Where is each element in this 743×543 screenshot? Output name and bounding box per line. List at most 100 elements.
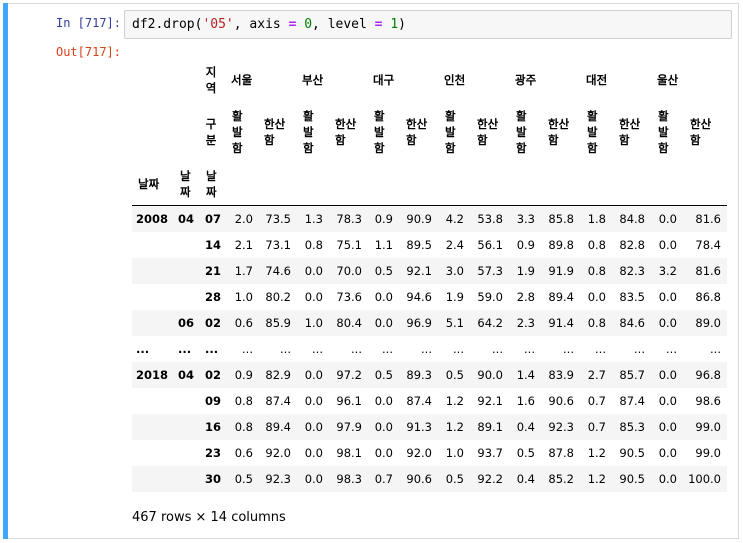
table-cell: 0.0 (304, 394, 323, 408)
table-cell: 2.1 (234, 238, 253, 252)
table-cell: 78.4 (695, 238, 721, 252)
table-cell: 0.0 (658, 290, 677, 304)
table-cell: 0.0 (374, 290, 393, 304)
table-cell: 86.8 (695, 290, 721, 304)
code-input-area[interactable]: df2.drop('05', axis = 0, level = 1) (124, 10, 732, 39)
region-header: 대전 (586, 73, 608, 87)
table-cell: ... (710, 342, 721, 356)
columns-level1-name: 구분 (205, 117, 217, 147)
table-cell: 1.7 (234, 264, 253, 278)
region-header: 대구 (373, 73, 395, 87)
output-prompt: Out[717]: (55, 45, 121, 59)
table-cell: 0.0 (658, 212, 677, 226)
table-cell: 0.8 (587, 238, 606, 252)
table-cell: 0.0 (587, 290, 606, 304)
table-cell: 5.1 (445, 316, 464, 330)
sub-header-quiet: 한산함 (264, 117, 286, 147)
table-cell: 0.5 (445, 472, 464, 486)
table-cell: 0.5 (374, 264, 393, 278)
index-level1: ... (178, 342, 192, 356)
table-cell: 0.8 (587, 264, 606, 278)
table-cell: 0.7 (587, 420, 606, 434)
table-cell: 0.0 (374, 316, 393, 330)
table-cell: 0.8 (234, 394, 253, 408)
table-cell: 1.2 (445, 420, 464, 434)
table-cell: ... (595, 342, 606, 356)
table-cell: 0.4 (516, 420, 535, 434)
table-cell: 0.0 (304, 368, 323, 382)
table-cell: 1.2 (445, 394, 464, 408)
table-cell: 98.6 (695, 394, 721, 408)
table-cell: 0.7 (587, 394, 606, 408)
table-cell: 1.8 (587, 212, 606, 226)
table-cell: 0.6 (234, 316, 253, 330)
table-cell: 0.5 (445, 368, 464, 382)
table-cell: 3.3 (516, 212, 535, 226)
table-cell: 1.0 (304, 316, 323, 330)
table-cell: ... (524, 342, 535, 356)
selected-cell-indicator (3, 3, 8, 539)
table-cell: 0.9 (234, 368, 253, 382)
table-cell: 0.0 (658, 420, 677, 434)
table-cell: 1.6 (516, 394, 535, 408)
table-cell: 89.0 (695, 316, 721, 330)
table-cell: 0.0 (658, 446, 677, 460)
table-cell: 0.0 (658, 368, 677, 382)
table-cell: 0.7 (374, 472, 393, 486)
table-cell: 0.5 (234, 472, 253, 486)
table-cell: 0.8 (587, 316, 606, 330)
sub-header-quiet: 한산함 (548, 117, 570, 147)
table-cell: 1.3 (304, 212, 323, 226)
table-cell: 99.0 (695, 420, 721, 434)
table-cell: 2.0 (234, 212, 253, 226)
table-cell: 0.0 (304, 264, 323, 278)
index-name: 날짜 (138, 177, 160, 191)
table-cell: 1.9 (445, 290, 464, 304)
table-cell: 0.0 (374, 394, 393, 408)
table-cell: 0.5 (374, 368, 393, 382)
sub-header-active: 활발함 (658, 109, 669, 155)
table-cell: 1.2 (587, 472, 606, 486)
region-header: 광주 (515, 73, 537, 87)
table-cell: 0.9 (516, 238, 535, 252)
index-level0: 2018 (136, 368, 169, 382)
sub-header-active: 활발함 (232, 109, 243, 155)
table-cell: 0.4 (516, 472, 535, 486)
region-header: 부산 (302, 73, 324, 87)
table-cell: 0.8 (234, 420, 253, 434)
table-cell: ... (242, 342, 253, 356)
table-cell: 100.0 (688, 472, 721, 486)
table-cell: ... (666, 342, 677, 356)
table-cell: 0.0 (658, 238, 677, 252)
index-name: 날짜 (206, 169, 217, 199)
sub-header-quiet: 한산함 (619, 117, 641, 147)
table-cell: 1.0 (234, 290, 253, 304)
sub-header-quiet: 한산함 (406, 117, 428, 147)
table-cell: 2.7 (587, 368, 606, 382)
sub-header-active: 활발함 (587, 109, 598, 155)
table-cell: 96.8 (695, 368, 721, 382)
table-cell: 0.5 (516, 446, 535, 460)
sub-header-quiet: 한산함 (690, 117, 712, 147)
table-cell: 1.2 (587, 446, 606, 460)
sub-header-active: 활발함 (374, 109, 385, 155)
table-cell: 0.9 (374, 212, 393, 226)
index-name: 날짜 (180, 169, 191, 199)
table-cell: 0.6 (234, 446, 253, 460)
table-cell: 2.8 (516, 290, 535, 304)
table-cell: 1.9 (516, 264, 535, 278)
table-cell: ... (312, 342, 323, 356)
table-cell: 1.0 (445, 446, 464, 460)
sub-header-active: 활발함 (303, 109, 314, 155)
table-cell: 0.0 (304, 472, 323, 486)
sub-header-quiet: 한산함 (335, 117, 357, 147)
index-level0: ... (136, 342, 150, 356)
table-cell: 3.2 (658, 264, 677, 278)
table-cell: 0.0 (304, 420, 323, 434)
table-cell: 2.4 (445, 238, 464, 252)
table-cell: 0.0 (658, 316, 677, 330)
code-line[interactable]: df2.drop('05', axis = 0, level = 1) (132, 17, 406, 32)
table-cell: ... (453, 342, 464, 356)
sub-header-quiet: 한산함 (477, 117, 499, 147)
table-cell: 4.2 (445, 212, 464, 226)
